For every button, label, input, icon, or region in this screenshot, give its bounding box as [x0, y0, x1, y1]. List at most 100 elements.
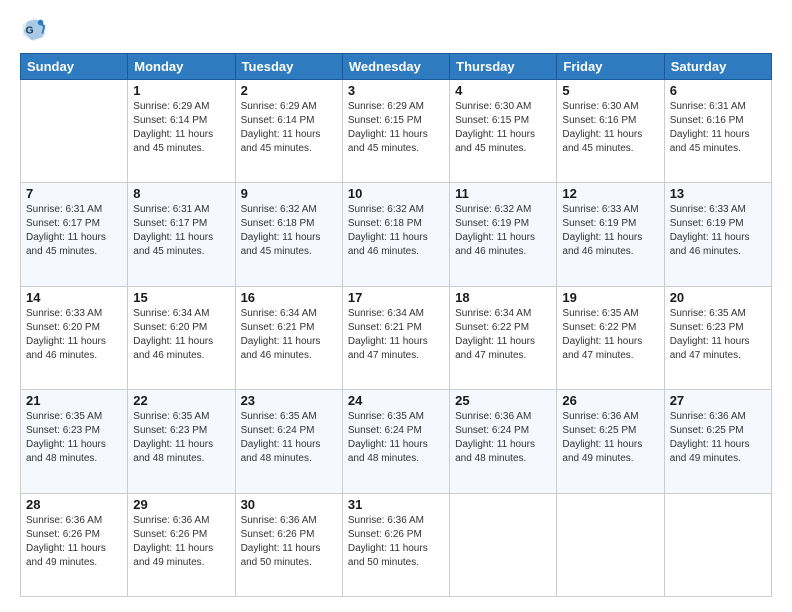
calendar-cell: 6 Sunrise: 6:31 AMSunset: 6:16 PMDaylight…: [664, 80, 771, 183]
day-number: 12: [562, 186, 658, 201]
calendar-week-row: 1 Sunrise: 6:29 AMSunset: 6:14 PMDaylight…: [21, 80, 772, 183]
calendar-cell: 25 Sunrise: 6:36 AMSunset: 6:24 PMDayligh…: [450, 390, 557, 493]
day-number: 7: [26, 186, 122, 201]
cell-info: Sunrise: 6:35 AMSunset: 6:24 PMDaylight:…: [348, 410, 444, 466]
day-number: 14: [26, 290, 122, 305]
weekday-header-thursday: Thursday: [450, 54, 557, 80]
calendar-table: SundayMondayTuesdayWednesdayThursdayFrid…: [20, 53, 772, 597]
calendar-cell: 23Sunrise: 6:35 AMSunset: 6:24 PMDayligh…: [235, 390, 342, 493]
weekday-header-row: SundayMondayTuesdayWednesdayThursdayFrid…: [21, 54, 772, 80]
calendar-cell: 31 Sunrise: 6:36 AMSunset: 6:26 PMDayligh…: [342, 493, 449, 596]
calendar-cell: 12Sunrise: 6:33 AMSunset: 6:19 PMDayligh…: [557, 183, 664, 286]
cell-info: Sunrise: 6:31 AMSunset: 6:17 PMDaylight:…: [133, 203, 229, 259]
day-number: 28: [26, 497, 122, 512]
calendar-cell: [557, 493, 664, 596]
day-number: 18: [455, 290, 551, 305]
cell-info: Sunrise: 6:32 AMSunset: 6:18 PMDaylight:…: [348, 203, 444, 259]
day-number: 31: [348, 497, 444, 512]
weekday-header-tuesday: Tuesday: [235, 54, 342, 80]
day-number: 10: [348, 186, 444, 201]
svg-text:G: G: [26, 26, 34, 37]
calendar-cell: 29Sunrise: 6:36 AMSunset: 6:26 PMDayligh…: [128, 493, 235, 596]
cell-info: Sunrise: 6:36 AMSunset: 6:25 PMDaylight:…: [670, 410, 766, 466]
calendar-cell: 26 Sunrise: 6:36 AMSunset: 6:25 PMDayligh…: [557, 390, 664, 493]
day-number: 21: [26, 393, 122, 408]
cell-info: Sunrise: 6:29 AMSunset: 6:15 PMDaylight:…: [348, 100, 444, 156]
day-number: 4: [455, 83, 551, 98]
calendar-week-row: 28 Sunrise: 6:36 AMSunset: 6:26 PMDayligh…: [21, 493, 772, 596]
day-number: 6: [670, 83, 766, 98]
cell-info: Sunrise: 6:35 AMSunset: 6:23 PMDaylight:…: [133, 410, 229, 466]
calendar-cell: 18 Sunrise: 6:34 AMSunset: 6:22 PMDayligh…: [450, 286, 557, 389]
calendar-cell: 20 Sunrise: 6:35 AMSunset: 6:23 PMDayligh…: [664, 286, 771, 389]
header: G: [20, 15, 772, 43]
calendar-cell: 5Sunrise: 6:30 AMSunset: 6:16 PMDaylight…: [557, 80, 664, 183]
cell-info: Sunrise: 6:34 AMSunset: 6:22 PMDaylight:…: [455, 307, 551, 363]
page: G SundayMondayTuesdayWednesdayThursdayFr…: [0, 0, 792, 612]
day-number: 9: [241, 186, 337, 201]
calendar-cell: 4 Sunrise: 6:30 AMSunset: 6:15 PMDaylight…: [450, 80, 557, 183]
calendar-cell: 1 Sunrise: 6:29 AMSunset: 6:14 PMDaylight…: [128, 80, 235, 183]
calendar-cell: 9 Sunrise: 6:32 AMSunset: 6:18 PMDaylight…: [235, 183, 342, 286]
day-number: 16: [241, 290, 337, 305]
logo-icon: G: [20, 15, 48, 43]
calendar-cell: [450, 493, 557, 596]
cell-info: Sunrise: 6:30 AMSunset: 6:16 PMDaylight:…: [562, 100, 658, 156]
calendar-week-row: 7 Sunrise: 6:31 AMSunset: 6:17 PMDaylight…: [21, 183, 772, 286]
cell-info: Sunrise: 6:35 AMSunset: 6:23 PMDaylight:…: [26, 410, 122, 466]
calendar-cell: 10 Sunrise: 6:32 AMSunset: 6:18 PMDayligh…: [342, 183, 449, 286]
cell-info: Sunrise: 6:32 AMSunset: 6:19 PMDaylight:…: [455, 203, 551, 259]
day-number: 17: [348, 290, 444, 305]
cell-info: Sunrise: 6:34 AMSunset: 6:21 PMDaylight:…: [348, 307, 444, 363]
day-number: 2: [241, 83, 337, 98]
cell-info: Sunrise: 6:29 AMSunset: 6:14 PMDaylight:…: [241, 100, 337, 156]
day-number: 20: [670, 290, 766, 305]
cell-info: Sunrise: 6:31 AMSunset: 6:17 PMDaylight:…: [26, 203, 122, 259]
cell-info: Sunrise: 6:36 AMSunset: 6:24 PMDaylight:…: [455, 410, 551, 466]
calendar-cell: 2 Sunrise: 6:29 AMSunset: 6:14 PMDaylight…: [235, 80, 342, 183]
calendar-cell: 7 Sunrise: 6:31 AMSunset: 6:17 PMDaylight…: [21, 183, 128, 286]
calendar-week-row: 14 Sunrise: 6:33 AMSunset: 6:20 PMDayligh…: [21, 286, 772, 389]
day-number: 19: [562, 290, 658, 305]
cell-info: Sunrise: 6:32 AMSunset: 6:18 PMDaylight:…: [241, 203, 337, 259]
calendar-cell: 27Sunrise: 6:36 AMSunset: 6:25 PMDayligh…: [664, 390, 771, 493]
logo: G: [20, 15, 50, 43]
calendar-cell: 8 Sunrise: 6:31 AMSunset: 6:17 PMDaylight…: [128, 183, 235, 286]
day-number: 15: [133, 290, 229, 305]
cell-info: Sunrise: 6:34 AMSunset: 6:20 PMDaylight:…: [133, 307, 229, 363]
weekday-header-monday: Monday: [128, 54, 235, 80]
calendar-cell: 21 Sunrise: 6:35 AMSunset: 6:23 PMDayligh…: [21, 390, 128, 493]
calendar-cell: 3 Sunrise: 6:29 AMSunset: 6:15 PMDaylight…: [342, 80, 449, 183]
weekday-header-friday: Friday: [557, 54, 664, 80]
day-number: 8: [133, 186, 229, 201]
day-number: 13: [670, 186, 766, 201]
cell-info: Sunrise: 6:30 AMSunset: 6:15 PMDaylight:…: [455, 100, 551, 156]
cell-info: Sunrise: 6:35 AMSunset: 6:24 PMDaylight:…: [241, 410, 337, 466]
cell-info: Sunrise: 6:35 AMSunset: 6:22 PMDaylight:…: [562, 307, 658, 363]
calendar-cell: 13 Sunrise: 6:33 AMSunset: 6:19 PMDayligh…: [664, 183, 771, 286]
cell-info: Sunrise: 6:34 AMSunset: 6:21 PMDaylight:…: [241, 307, 337, 363]
cell-info: Sunrise: 6:35 AMSunset: 6:23 PMDaylight:…: [670, 307, 766, 363]
cell-info: Sunrise: 6:36 AMSunset: 6:26 PMDaylight:…: [26, 514, 122, 570]
calendar-cell: [664, 493, 771, 596]
calendar-cell: 11 Sunrise: 6:32 AMSunset: 6:19 PMDayligh…: [450, 183, 557, 286]
weekday-header-sunday: Sunday: [21, 54, 128, 80]
cell-info: Sunrise: 6:29 AMSunset: 6:14 PMDaylight:…: [133, 100, 229, 156]
calendar-cell: 15 Sunrise: 6:34 AMSunset: 6:20 PMDayligh…: [128, 286, 235, 389]
cell-info: Sunrise: 6:36 AMSunset: 6:25 PMDaylight:…: [562, 410, 658, 466]
weekday-header-wednesday: Wednesday: [342, 54, 449, 80]
cell-info: Sunrise: 6:33 AMSunset: 6:20 PMDaylight:…: [26, 307, 122, 363]
day-number: 25: [455, 393, 551, 408]
day-number: 22: [133, 393, 229, 408]
calendar-cell: 16 Sunrise: 6:34 AMSunset: 6:21 PMDayligh…: [235, 286, 342, 389]
cell-info: Sunrise: 6:31 AMSunset: 6:16 PMDaylight:…: [670, 100, 766, 156]
day-number: 11: [455, 186, 551, 201]
calendar-cell: 17 Sunrise: 6:34 AMSunset: 6:21 PMDayligh…: [342, 286, 449, 389]
day-number: 26: [562, 393, 658, 408]
day-number: 1: [133, 83, 229, 98]
day-number: 3: [348, 83, 444, 98]
cell-info: Sunrise: 6:33 AMSunset: 6:19 PMDaylight:…: [670, 203, 766, 259]
cell-info: Sunrise: 6:36 AMSunset: 6:26 PMDaylight:…: [348, 514, 444, 570]
cell-info: Sunrise: 6:36 AMSunset: 6:26 PMDaylight:…: [133, 514, 229, 570]
calendar-cell: 28 Sunrise: 6:36 AMSunset: 6:26 PMDayligh…: [21, 493, 128, 596]
